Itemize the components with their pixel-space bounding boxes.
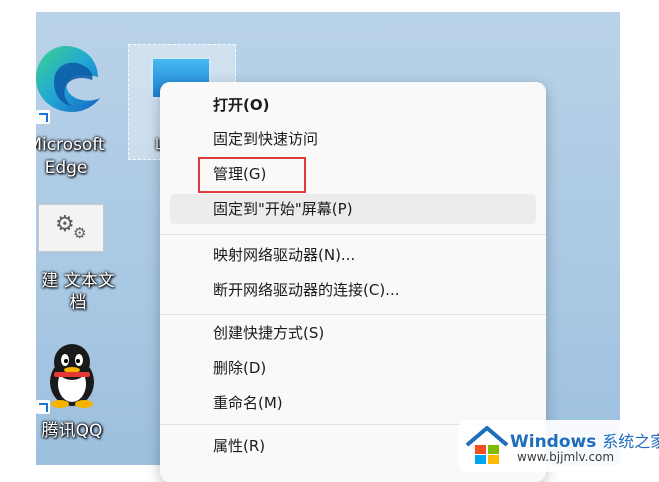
icon-label-line1: Microsoft	[36, 135, 105, 155]
watermark: Windows 系统之家 www.bjjmlv.com	[458, 420, 659, 472]
menu-item-open[interactable]: 打开(O)	[170, 90, 536, 120]
shortcut-arrow-icon	[36, 110, 50, 124]
menu-separator	[160, 234, 546, 235]
house-logo-icon	[465, 426, 509, 464]
watermark-url: www.bjjmlv.com	[517, 450, 615, 464]
menu-item-rename[interactable]: 重命名(M)	[170, 388, 536, 418]
menu-item-pin-start[interactable]: 固定到"开始"屏幕(P)	[170, 194, 536, 224]
desktop-icon-qq[interactable]: 腾讯QQ	[36, 342, 122, 452]
menu-item-create-shortcut[interactable]: 创建快捷方式(S)	[170, 318, 536, 348]
gear-icon: ⚙	[55, 212, 75, 237]
icon-label-line1: 建 文本文	[41, 271, 115, 291]
icon-label-line2: 档	[69, 293, 87, 313]
watermark-brand-cn: 系统之家	[602, 432, 659, 451]
highlight-box	[198, 157, 306, 193]
icon-label-line2: Edge	[44, 158, 88, 178]
menu-item-delete[interactable]: 删除(D)	[170, 353, 536, 383]
menu-separator	[160, 314, 546, 315]
menu-item-pin-quick-access[interactable]: 固定到快速访问	[170, 124, 536, 154]
qq-icon	[50, 344, 94, 408]
desktop-icon-edge[interactable]: Microsoft Edge	[36, 42, 122, 182]
gear-small-icon: ⚙	[73, 224, 87, 242]
menu-item-disconnect-network-drive[interactable]: 断开网络驱动器的连接(C)...	[170, 275, 536, 305]
shortcut-arrow-icon	[36, 400, 50, 414]
edge-icon	[36, 46, 100, 112]
icon-label-qq: 腾讯QQ	[41, 421, 103, 441]
menu-item-map-network-drive[interactable]: 映射网络驱动器(N)...	[170, 240, 536, 270]
watermark-brand-en: Windows	[510, 432, 597, 452]
text-file-icon: ⚙ ⚙	[38, 204, 104, 252]
desktop-icon-text-file[interactable]: ⚙ ⚙ 建 文本文 档	[36, 198, 122, 318]
watermark-brand: Windows 系统之家	[510, 428, 659, 452]
